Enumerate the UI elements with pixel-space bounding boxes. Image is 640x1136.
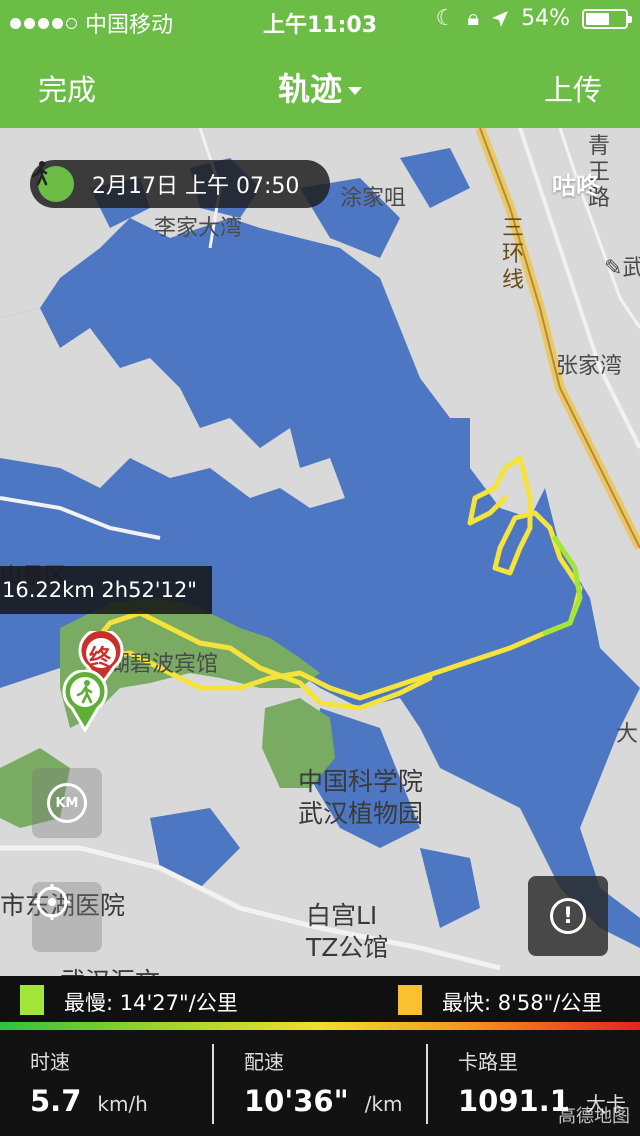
stat-divider	[426, 1044, 428, 1124]
pace-gradient-bar	[0, 1022, 640, 1030]
upload-button[interactable]: 上传	[544, 67, 602, 109]
map-label: 湖碧波宾馆	[108, 652, 219, 677]
fast-swatch	[398, 985, 422, 1015]
info-icon: !	[550, 898, 586, 934]
start-time-pill: 2月17日 上午 07:50	[30, 160, 330, 208]
calorie-value: 1091.1	[458, 1084, 570, 1118]
km-button[interactable]: KM	[32, 768, 102, 838]
map-label: 武汉汇文	[60, 962, 160, 976]
brand-logo: 咕咚	[552, 172, 600, 200]
info-button[interactable]: !	[528, 876, 608, 956]
speed-label: 时速	[30, 1050, 70, 1074]
map-label-pencil: ✎武	[604, 250, 640, 282]
map-label: 武	[622, 256, 640, 281]
start-time-label: 2月17日 上午 07:50	[92, 174, 300, 199]
speed-stat: 时速 5.7 km/h	[30, 1030, 210, 1136]
pace-legend: 最慢: 14'27"/公里 最快: 8'58"/公里	[0, 976, 640, 1022]
status-bar: 中国移动 上午11:03 ☾ 🔒︎ 54%	[0, 0, 640, 40]
map-label: 李家大湾	[154, 216, 243, 241]
end-marker-label: 终	[89, 646, 112, 671]
map-label: TZ公馆	[306, 933, 389, 962]
speed-value: 5.7	[30, 1084, 82, 1118]
map-view[interactable]: 涂家咀 李家大湾 青王路 三环线 ✎武 张家湾 山景区 湖碧波宾馆 中国科学院 …	[0, 128, 640, 976]
fastest-pace: 最快: 8'58"/公里	[442, 991, 603, 1015]
map-label: 武汉植物园	[298, 799, 424, 828]
pace-value-row: 10'36" /km	[244, 1084, 403, 1118]
page-title: 轨迹	[277, 70, 342, 108]
stat-divider	[212, 1044, 214, 1124]
speed-value-row: 5.7 km/h	[30, 1084, 148, 1118]
pace-value: 10'36"	[244, 1084, 349, 1118]
slow-swatch	[20, 985, 44, 1015]
pace-stat: 配速 10'36" /km	[244, 1030, 424, 1136]
nav-bar: 完成 轨迹 上传	[0, 40, 640, 128]
map-canvas	[0, 128, 640, 976]
map-label: 中国科学院	[298, 767, 424, 796]
calorie-label: 卡路里	[458, 1050, 518, 1074]
pace-unit: /km	[364, 1092, 403, 1116]
battery-icon	[582, 8, 632, 29]
locate-button[interactable]	[32, 882, 102, 952]
km-icon: KM	[47, 783, 87, 823]
map-label: 三环线	[502, 216, 525, 293]
distance-duration-label: 16.22km 2h52'12"	[0, 566, 212, 614]
map-label: 白宫LI	[306, 901, 378, 930]
map-label: 大	[616, 722, 639, 747]
walking-icon	[31, 161, 74, 202]
map-label: 张家湾	[556, 354, 623, 379]
stats-panel: 时速 5.7 km/h 配速 10'36"/km 卡路里 1091.1 大卡 高德地…	[0, 1030, 640, 1136]
slowest-pace: 最慢: 14'27"/公里	[64, 991, 238, 1015]
speed-unit: km/h	[97, 1092, 148, 1116]
map-label: 涂家咀	[340, 186, 407, 211]
pace-label: 配速	[244, 1050, 284, 1074]
status-icons: ☾ 🔒︎ 54%	[435, 6, 632, 31]
locate-icon	[34, 884, 70, 920]
rotation-lock-icon: 🔒︎	[467, 6, 480, 31]
location-arrow-icon	[492, 10, 509, 27]
chevron-down-icon	[348, 87, 362, 95]
map-attribution: 高德地图	[558, 1106, 630, 1127]
moon-icon: ☾	[435, 6, 456, 31]
battery-percent: 54%	[521, 6, 570, 31]
